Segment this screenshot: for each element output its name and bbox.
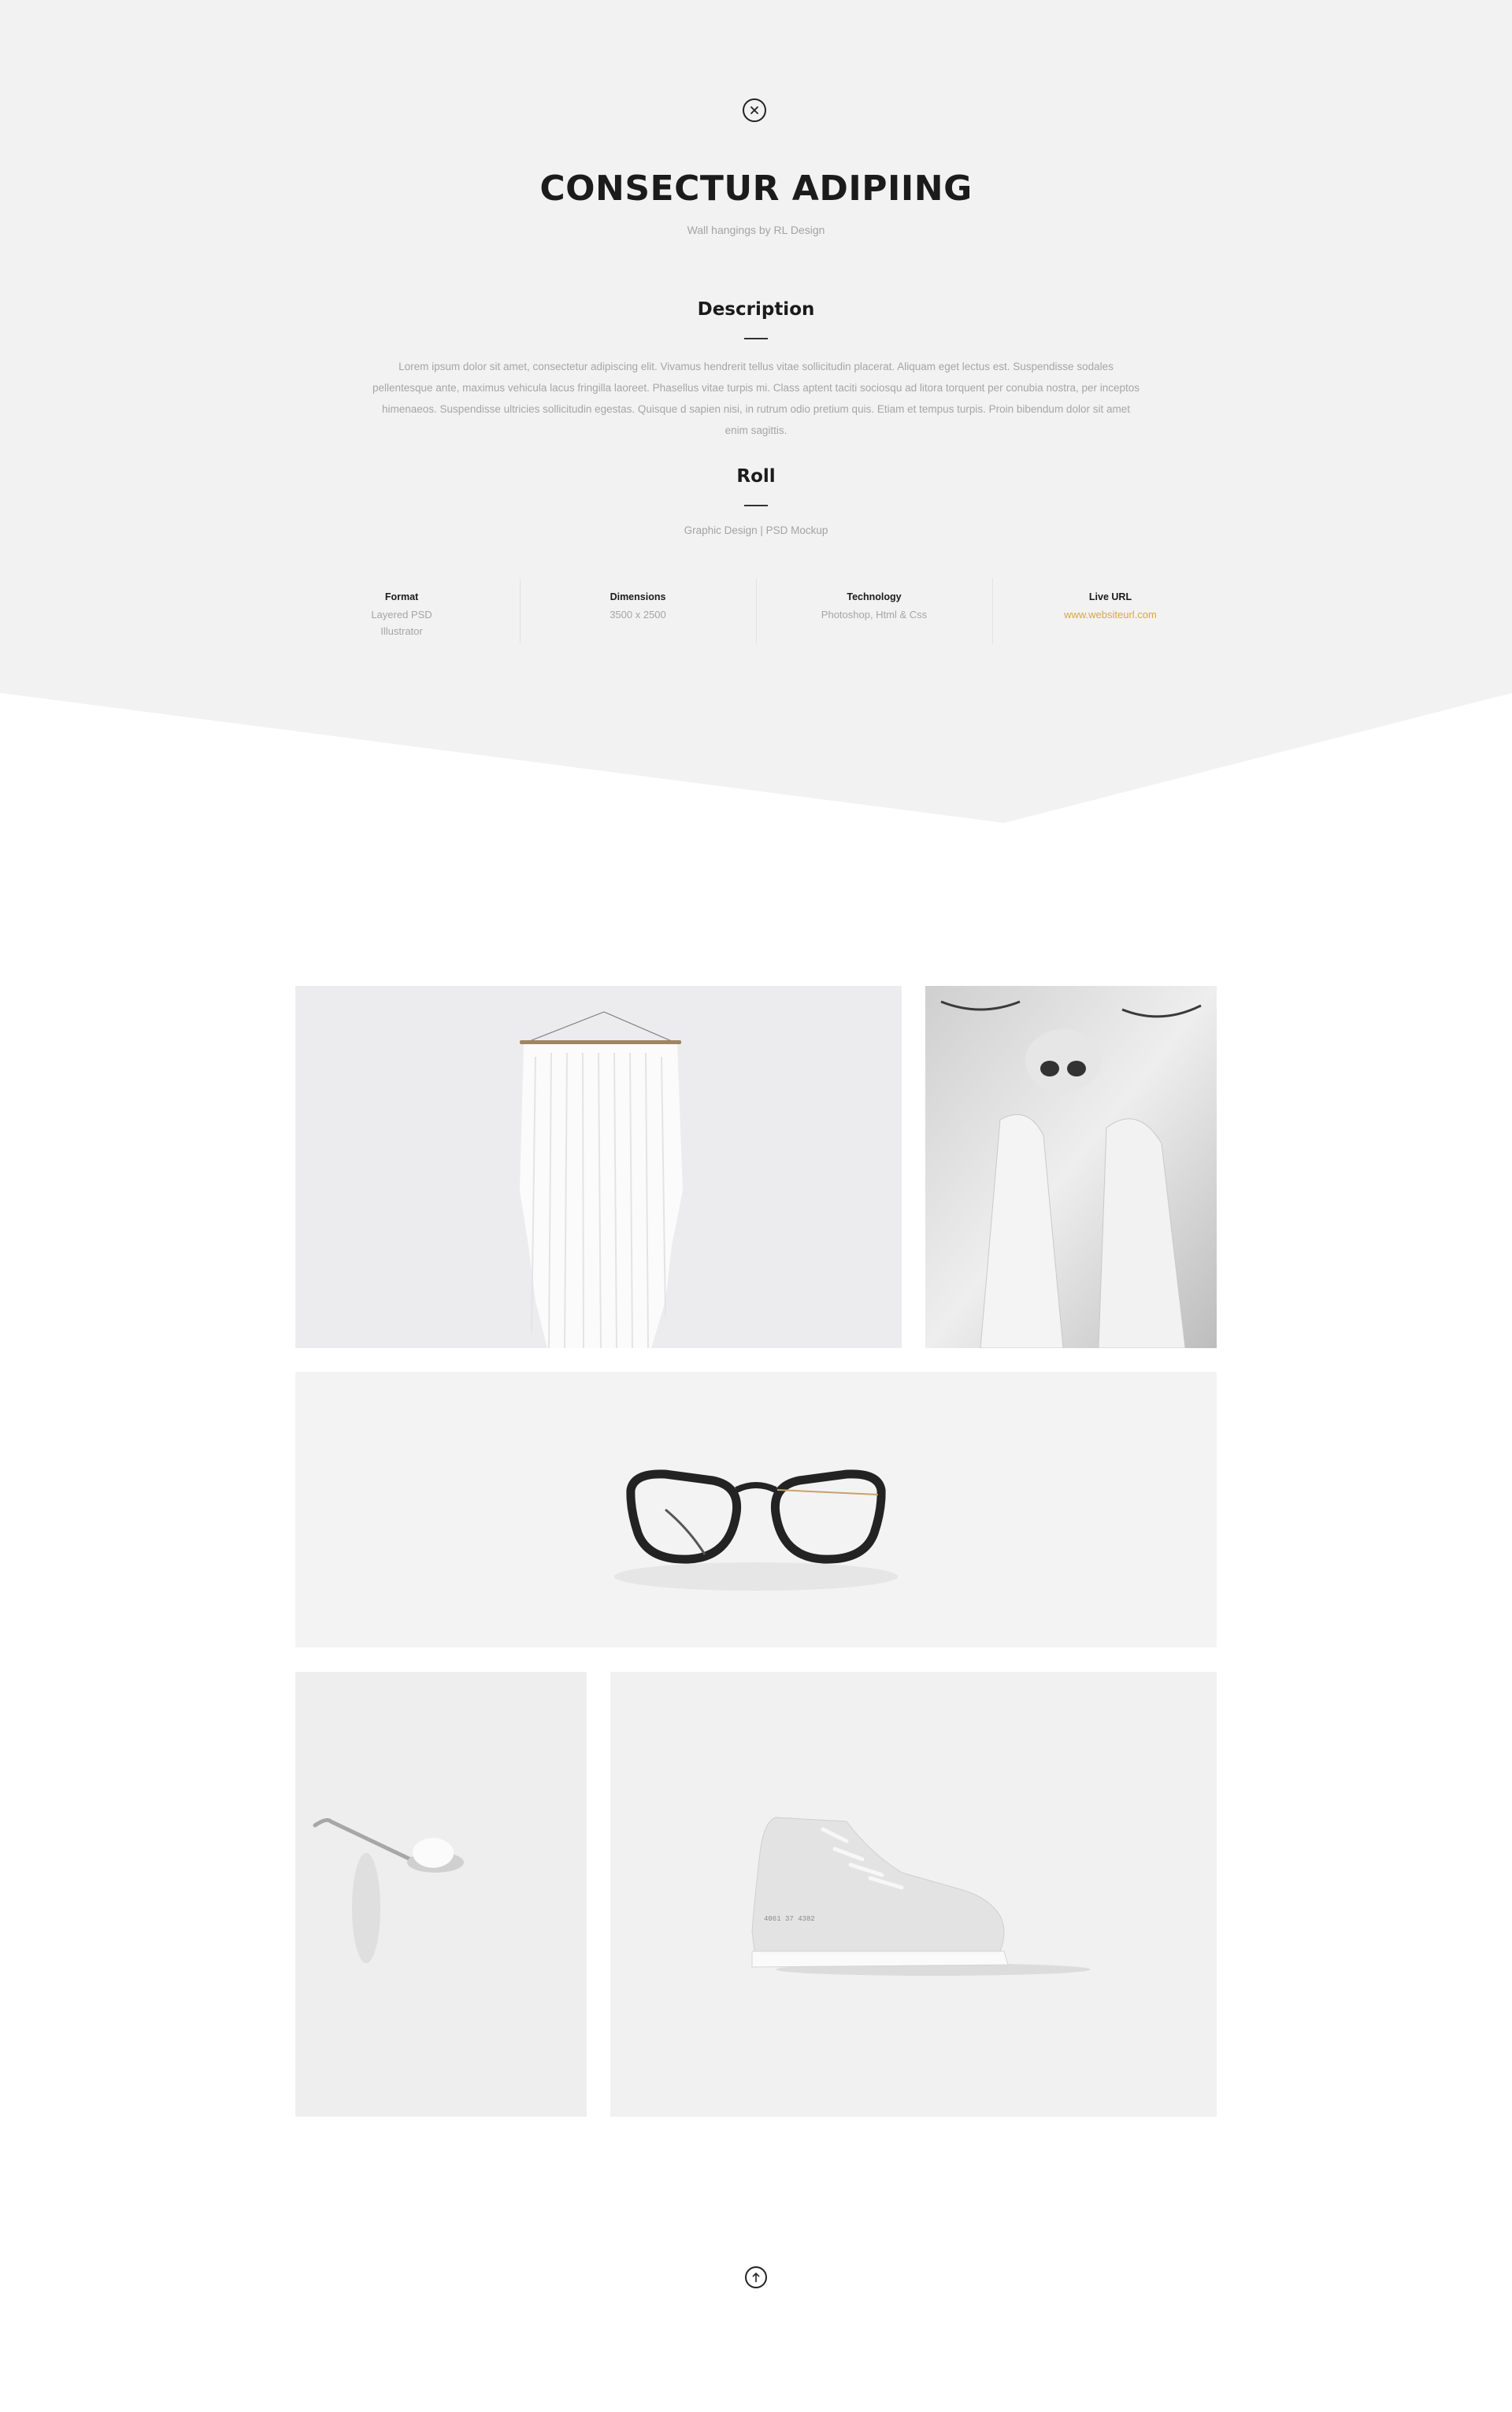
wall-hanging-illustration [295, 986, 902, 1348]
svg-text:4061 37 4382: 4061 37 4382 [764, 1915, 815, 1923]
arrow-up-icon [752, 2272, 760, 2282]
project-meta: Format Layered PSD Illustrator Dimension… [284, 579, 1228, 643]
meta-label: Format [384, 591, 419, 602]
close-button[interactable] [743, 98, 766, 122]
wall-hanging-image[interactable] [295, 986, 902, 1348]
face-portrait-illustration [925, 986, 1217, 1348]
meta-label: Technology [847, 591, 902, 602]
sneaker-illustration: 4061 37 4382 [610, 1672, 1217, 2117]
close-icon [750, 106, 758, 114]
spoon-image[interactable] [295, 1672, 587, 2117]
meta-live-url: Live URL www.websiteurl.com [992, 579, 1228, 643]
meta-label: Live URL [1088, 591, 1132, 602]
description-heading: Description [697, 299, 815, 320]
meta-technology: Technology Photoshop, Html & Css [756, 579, 992, 643]
meta-dimensions: Dimensions 3500 x 2500 [520, 579, 756, 643]
roll-heading: Roll [736, 466, 776, 487]
meta-value: Photoshop, Html & Css [821, 609, 928, 621]
meta-format: Format Layered PSD Illustrator [284, 579, 520, 643]
page-subtitle: Wall hangings by RL Design [687, 224, 825, 236]
live-url-link[interactable]: www.websiteurl.com [992, 606, 1228, 623]
meta-value: Layered PSD Illustrator [371, 609, 432, 637]
back-to-top-button[interactable] [745, 2266, 767, 2288]
spoon-illustration [295, 1672, 587, 2117]
face-portrait-image[interactable] [925, 986, 1217, 1348]
eyeglasses-illustration [295, 1372, 1217, 1647]
roll-divider [744, 505, 768, 506]
sneaker-image[interactable]: 4061 37 4382 [610, 1672, 1217, 2117]
description-divider [744, 338, 768, 339]
page-title: CONSECTUR ADIPIING [539, 169, 973, 209]
eyeglasses-image[interactable] [295, 1372, 1217, 1647]
meta-value: 3500 x 2500 [610, 609, 666, 621]
roll-text: Graphic Design | PSD Mockup [684, 524, 828, 536]
description-text: Lorem ipsum dolor sit amet, consectetur … [372, 361, 1140, 436]
meta-label: Dimensions [610, 591, 666, 602]
